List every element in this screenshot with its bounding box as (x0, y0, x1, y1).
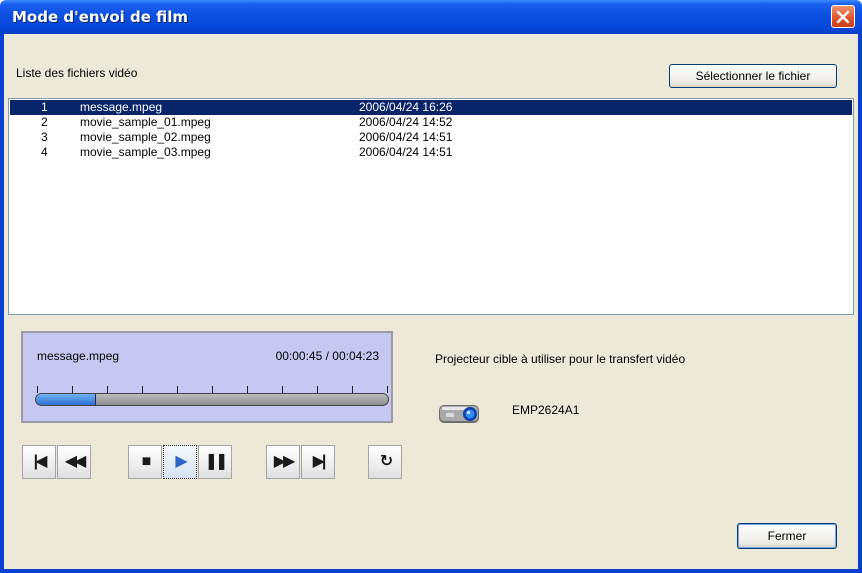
close-button[interactable]: Fermer (737, 523, 837, 549)
progress-tick (107, 386, 108, 393)
file-list-row[interactable]: 4 movie_sample_03.mpeg 2006/04/24 14:51 (10, 145, 852, 160)
pause-icon: ❚❚ (204, 453, 229, 470)
skip-end-button[interactable]: ▶| (301, 445, 335, 479)
fast-forward-button[interactable]: ▶▶ (266, 445, 300, 479)
progress-tick (177, 386, 178, 393)
file-number: 4 (41, 145, 48, 159)
play-button[interactable]: ▶ (163, 445, 197, 479)
progress-tick (142, 386, 143, 393)
progress-fill (36, 394, 97, 405)
rewind-icon: ◀◀ (64, 453, 87, 470)
file-number: 2 (41, 115, 48, 129)
file-date: 2006/04/24 14:51 (359, 145, 453, 159)
file-date: 2006/04/24 14:52 (359, 115, 453, 129)
window-title: Mode d'envoi de film (12, 8, 189, 26)
pause-button[interactable]: ❚❚ (198, 445, 232, 479)
movie-send-window: Mode d'envoi de film Liste des fichiers … (0, 0, 862, 573)
window-close-button[interactable] (831, 5, 855, 28)
progress-tick (352, 386, 353, 393)
title-bar[interactable]: Mode d'envoi de film (0, 0, 862, 34)
file-date: 2006/04/24 16:26 (359, 100, 453, 114)
projector-name: EMP2624A1 (512, 403, 580, 417)
file-number: 1 (41, 100, 48, 114)
player-time: 00:00:45 / 00:04:23 (275, 349, 379, 363)
file-number: 3 (41, 130, 48, 144)
dialog-client-area: Liste des fichiers vidéo Sélectionner le… (4, 34, 858, 569)
media-player-panel: message.mpeg 00:00:45 / 00:04:23 (21, 331, 393, 423)
file-name: movie_sample_02.mpeg (80, 130, 211, 144)
fast-forward-icon: ▶▶ (273, 453, 296, 470)
progress-slider[interactable] (35, 393, 389, 406)
file-date: 2006/04/24 14:51 (359, 130, 453, 144)
target-projector-label: Projecteur cible à utiliser pour le tran… (435, 352, 686, 366)
progress-tick (72, 386, 73, 393)
projector-icon (439, 405, 479, 423)
play-icon: ▶ (175, 453, 187, 470)
skip-start-button[interactable]: |◀ (22, 445, 56, 479)
file-list-row[interactable]: 2 movie_sample_01.mpeg 2006/04/24 14:52 (10, 115, 852, 130)
repeat-icon: ↻ (379, 453, 394, 470)
progress-tick (317, 386, 318, 393)
file-list-row[interactable]: 3 movie_sample_02.mpeg 2006/04/24 14:51 (10, 130, 852, 145)
file-name: message.mpeg (80, 100, 163, 114)
progress-tick (387, 386, 388, 393)
repeat-button[interactable]: ↻ (368, 445, 402, 479)
skip-start-icon: |◀ (33, 453, 48, 470)
file-name: movie_sample_01.mpeg (80, 115, 211, 129)
file-name: movie_sample_03.mpeg (80, 145, 211, 159)
file-list-label: Liste des fichiers vidéo (16, 66, 138, 80)
progress-tick (37, 386, 38, 393)
skip-end-icon: ▶| (312, 453, 327, 470)
rewind-button[interactable]: ◀◀ (57, 445, 91, 479)
player-file-name: message.mpeg (37, 349, 120, 363)
select-file-button[interactable]: Sélectionner le fichier (669, 64, 837, 88)
file-list-row[interactable]: 1 message.mpeg 2006/04/24 16:26 (10, 100, 852, 115)
close-icon (836, 10, 850, 23)
stop-button[interactable]: ■ (128, 445, 162, 479)
progress-tick (282, 386, 283, 393)
video-file-list[interactable]: 1 message.mpeg 2006/04/24 16:26 2 movie_samp… (8, 98, 854, 315)
progress-tick (212, 386, 213, 393)
progress-tick (247, 386, 248, 393)
stop-icon: ■ (141, 453, 152, 470)
